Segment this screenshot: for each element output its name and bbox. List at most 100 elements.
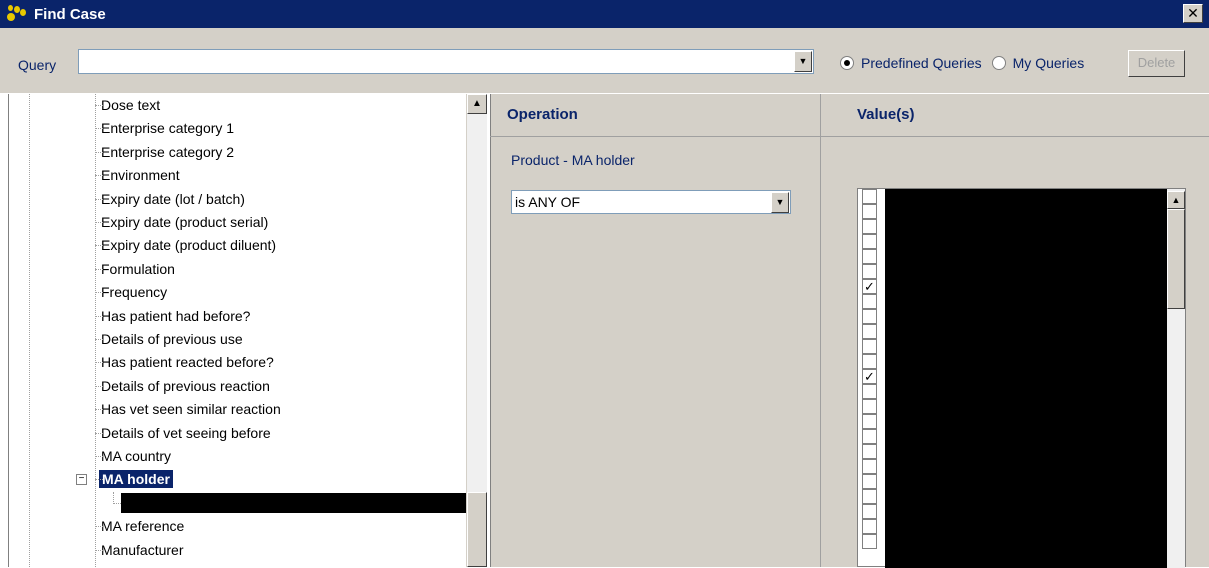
value-checkbox[interactable] xyxy=(862,354,877,369)
tree-item-label: Enterprise category 2 xyxy=(101,143,235,160)
tree-item-label: Expiry date (lot / batch) xyxy=(101,190,245,207)
radio-icon[interactable] xyxy=(991,56,1006,70)
tree-guide-line xyxy=(29,94,30,567)
chevron-down-icon[interactable]: ▼ xyxy=(794,51,812,72)
value-checkbox[interactable] xyxy=(862,339,877,354)
tree-item[interactable]: Formulation xyxy=(95,258,175,280)
radio-icon-checked[interactable] xyxy=(840,56,854,70)
values-header: Value(s) xyxy=(857,106,915,123)
tree-item-label: Dose text xyxy=(101,97,161,113)
tree-item-label: Has vet seen similar reaction xyxy=(101,401,281,418)
values-list[interactable]: ✓ ✓ ▲ xyxy=(857,188,1186,568)
tree-item[interactable]: Frequency xyxy=(94,281,168,303)
tree-item-label: Has patient reacted before? xyxy=(101,354,274,371)
value-checkbox[interactable] xyxy=(862,429,877,444)
redacted-child-item[interactable] xyxy=(121,492,467,513)
delete-button[interactable]: Delete xyxy=(1128,50,1185,77)
tree-item[interactable]: Enterprise category 1 xyxy=(94,117,235,139)
value-checkbox[interactable] xyxy=(862,459,877,474)
tree-item[interactable]: Has vet seen similar reaction xyxy=(95,398,281,420)
tree-item-label: Frequency xyxy=(101,284,168,301)
window-title: Find Case xyxy=(34,5,106,23)
value-checkbox[interactable] xyxy=(862,264,877,279)
operation-value: is ANY OF xyxy=(515,194,581,210)
radio-predefined-label: Predefined Queries xyxy=(861,55,982,71)
radio-my-queries[interactable]: My Queries xyxy=(991,55,1085,71)
value-checkbox[interactable] xyxy=(862,534,877,549)
value-checkbox[interactable] xyxy=(862,384,877,399)
tree-item-selected[interactable]: MA holder xyxy=(95,468,173,490)
value-checkbox[interactable] xyxy=(862,234,877,249)
radio-predefined-queries[interactable]: Predefined Queries xyxy=(840,55,982,71)
value-checkbox[interactable] xyxy=(862,504,877,519)
value-checkbox[interactable] xyxy=(862,489,877,504)
tree-item-label: Manufacturer xyxy=(101,541,184,558)
tree-item[interactable]: Details of previous reaction xyxy=(95,375,270,397)
value-checkbox[interactable] xyxy=(862,204,877,219)
value-checkbox[interactable] xyxy=(862,414,877,429)
value-checkbox[interactable] xyxy=(862,474,877,489)
values-checkboxes: ✓ ✓ xyxy=(862,189,879,549)
value-checkbox[interactable] xyxy=(862,189,877,204)
scroll-up-icon[interactable]: ▲ xyxy=(467,94,487,114)
tree-item[interactable]: Dose text xyxy=(94,94,161,116)
query-combo[interactable]: ▼ xyxy=(78,49,814,74)
tree-item-label: Details of previous use xyxy=(101,331,243,347)
tree-item[interactable]: Environment xyxy=(95,164,180,186)
operation-panel: Operation Product - MA holder is ANY OF … xyxy=(490,94,820,567)
tree-item[interactable]: Has patient had before? xyxy=(94,305,251,327)
operation-header: Operation xyxy=(507,106,578,123)
tree-item[interactable]: Expiry date (product diluent) xyxy=(94,234,276,256)
tree-item[interactable]: MA reference xyxy=(94,515,184,537)
value-checkbox-checked[interactable]: ✓ xyxy=(862,279,877,294)
tree-item-label: Formulation xyxy=(101,260,175,277)
value-checkbox[interactable] xyxy=(862,519,877,534)
tree-item[interactable]: Expiry date (product serial) xyxy=(94,211,269,233)
values-panel: Value(s) ✓ ✓ ▲ xyxy=(820,94,1209,568)
value-checkbox-checked[interactable]: ✓ xyxy=(862,369,877,384)
field-tree: Dose text Enterprise category 1 Enterprise… xyxy=(8,94,488,567)
tree-item[interactable]: MA country xyxy=(94,445,172,467)
tree-item[interactable]: Expiry date (lot / batch) xyxy=(95,188,245,210)
tree-item[interactable]: Has patient reacted before? xyxy=(95,351,274,373)
query-type-radios: Predefined Queries My Queries xyxy=(840,55,1094,71)
scroll-thumb[interactable] xyxy=(1167,209,1185,309)
close-icon: ✕ xyxy=(1187,5,1199,21)
tree-item-label: Details of vet seeing before xyxy=(101,424,271,441)
value-checkbox[interactable] xyxy=(862,309,877,324)
tree-connector xyxy=(113,491,121,504)
close-button[interactable]: ✕ xyxy=(1183,4,1203,23)
value-checkbox[interactable] xyxy=(862,294,877,309)
value-checkbox[interactable] xyxy=(862,444,877,459)
tree-item-label: MA holder xyxy=(99,470,173,489)
tree-item[interactable]: Manufacturer xyxy=(94,539,184,561)
scroll-thumb[interactable] xyxy=(467,492,487,567)
operation-select[interactable]: is ANY OF ▼ xyxy=(511,190,791,214)
value-checkbox[interactable] xyxy=(862,324,877,339)
tree-item-label: Has patient had before? xyxy=(101,307,251,324)
tree-item[interactable]: Details of vet seeing before xyxy=(95,422,271,444)
values-scrollbar[interactable]: ▲ xyxy=(1167,189,1185,568)
query-bar: Query ▼ Predefined Queries My Queries De… xyxy=(0,28,1209,93)
value-checkbox[interactable] xyxy=(862,249,877,264)
chevron-down-icon[interactable]: ▼ xyxy=(771,192,789,213)
tree-item[interactable]: Details of previous use xyxy=(95,328,243,350)
scroll-up-icon[interactable]: ▲ xyxy=(1167,191,1185,209)
tree-item-label: Enterprise category 1 xyxy=(101,120,235,137)
header-divider xyxy=(490,136,1209,137)
value-checkbox[interactable] xyxy=(862,399,877,414)
redacted-values xyxy=(885,189,1168,568)
radio-my-label: My Queries xyxy=(1012,55,1085,71)
paw-icon xyxy=(4,3,28,25)
tree-item-label: Expiry date (product serial) xyxy=(101,214,269,230)
query-label: Query xyxy=(18,57,57,73)
tree-item-label: MA country xyxy=(101,448,172,464)
tree-guide-line xyxy=(95,94,96,567)
tree-item[interactable]: Enterprise category 2 xyxy=(94,141,235,163)
collapse-icon[interactable]: − xyxy=(76,474,87,486)
title-bar: Find Case ✕ xyxy=(0,0,1209,28)
tree-scrollbar[interactable]: ▲ xyxy=(466,94,487,567)
tree-item-label: Details of previous reaction xyxy=(101,377,270,394)
value-checkbox[interactable] xyxy=(862,219,877,234)
field-label: Product - MA holder xyxy=(511,152,635,168)
